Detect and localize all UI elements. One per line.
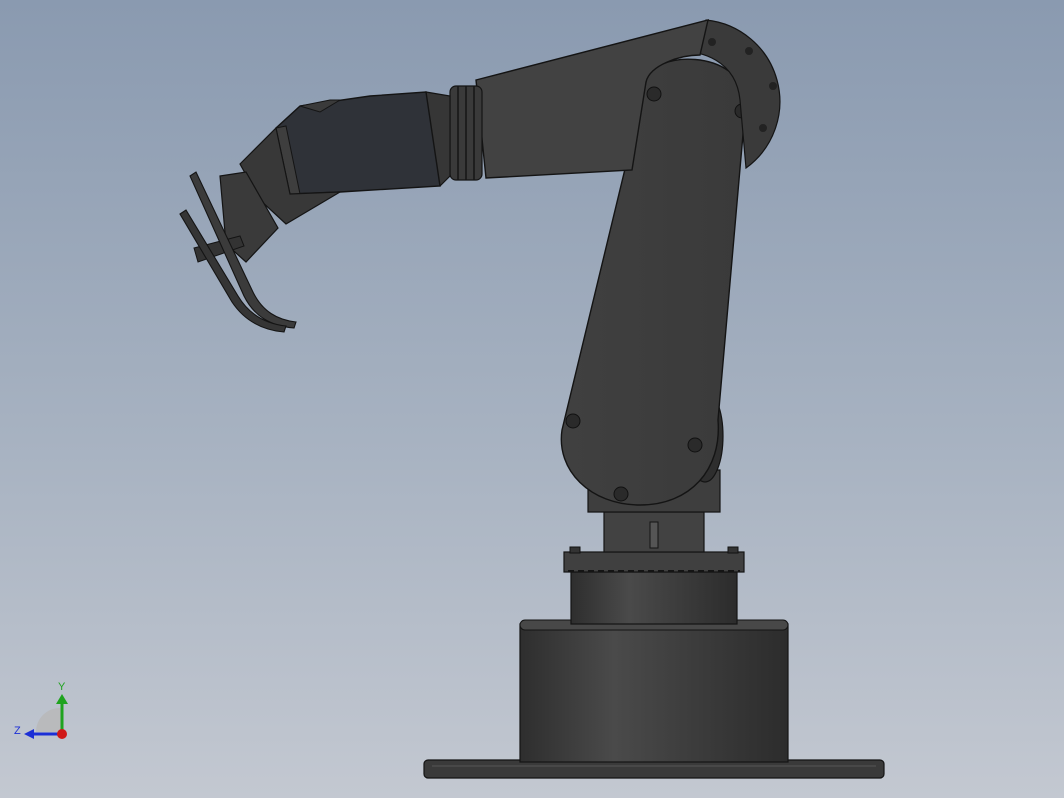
z-axis-arrow bbox=[24, 729, 34, 739]
base-plate bbox=[423, 759, 885, 779]
x-axis-origin bbox=[57, 729, 67, 739]
3d-viewport[interactable]: Y Z bbox=[0, 0, 1064, 798]
waist-turntable bbox=[563, 511, 745, 625]
robot-arm-model[interactable] bbox=[0, 0, 1064, 798]
wrist-housing bbox=[239, 91, 441, 225]
base-cylinder bbox=[519, 619, 789, 763]
y-axis-arrow bbox=[56, 694, 68, 704]
y-axis-label: Y bbox=[58, 681, 66, 693]
z-axis-label: Z bbox=[14, 725, 21, 737]
orientation-triad: Y Z bbox=[14, 681, 68, 739]
